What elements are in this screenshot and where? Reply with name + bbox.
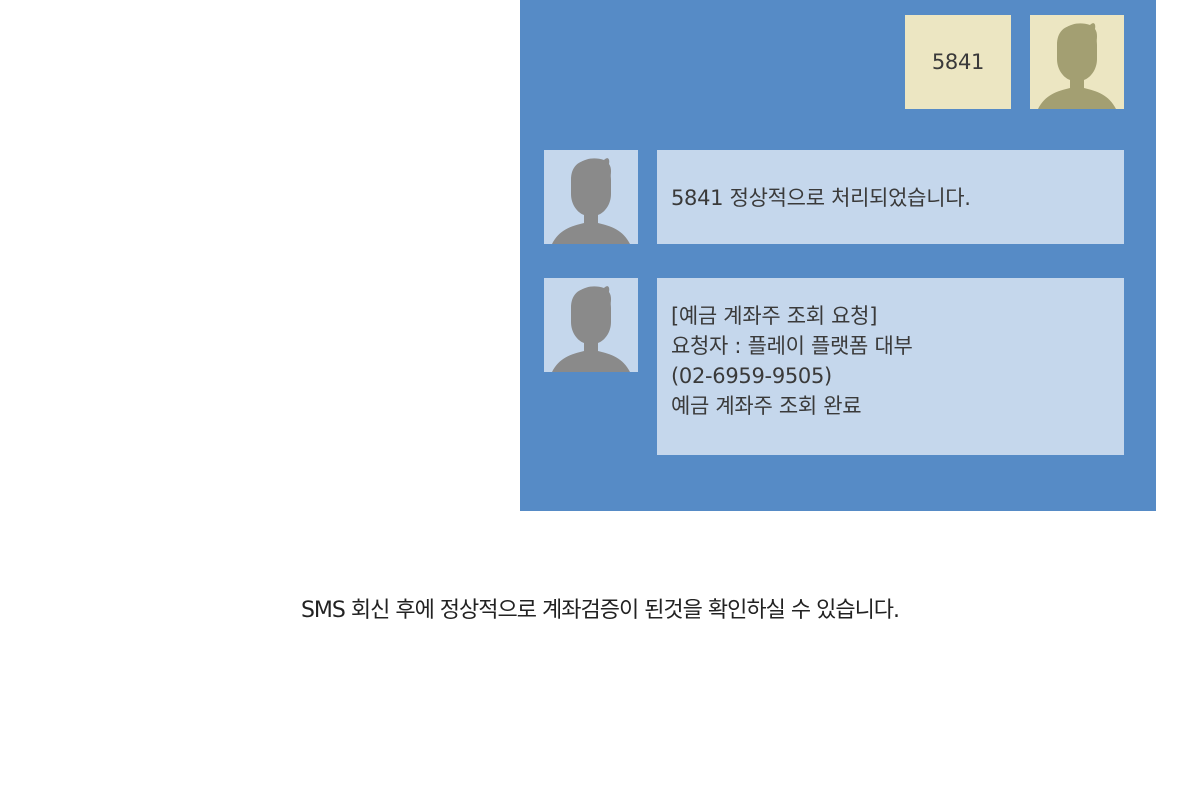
receiver-avatar-icon: [544, 150, 638, 244]
sms-chat-panel: 5841 5841 정상적으로 처리되었습니다. [예금 계좌주 조회 요청] …: [520, 0, 1156, 511]
sent-message-bubble: 5841: [905, 15, 1011, 109]
person-silhouette-icon: [552, 158, 630, 244]
received-message-bubble: 5841 정상적으로 처리되었습니다.: [657, 150, 1124, 244]
received-message-bubble: [예금 계좌주 조회 요청] 요청자 : 플레이 플랫폼 대부 (02-6959…: [657, 278, 1124, 455]
received-message-text: 5841 정상적으로 처리되었습니다.: [671, 186, 971, 210]
sent-message-text: 5841: [931, 50, 985, 74]
person-silhouette-icon: [1038, 23, 1116, 109]
message-line: 요청자 : 플레이 플랫폼 대부: [671, 334, 913, 358]
message-line: [예금 계좌주 조회 요청]: [671, 304, 878, 328]
receiver-avatar-icon: [544, 278, 638, 372]
sender-avatar-icon: [1030, 15, 1124, 109]
message-line: (02-6959-9505): [671, 364, 832, 388]
caption-text: SMS 회신 후에 정상적으로 계좌검증이 된것을 확인하실 수 있습니다.: [300, 598, 900, 623]
person-silhouette-icon: [552, 286, 630, 372]
message-line: 예금 계좌주 조회 완료: [671, 394, 862, 418]
